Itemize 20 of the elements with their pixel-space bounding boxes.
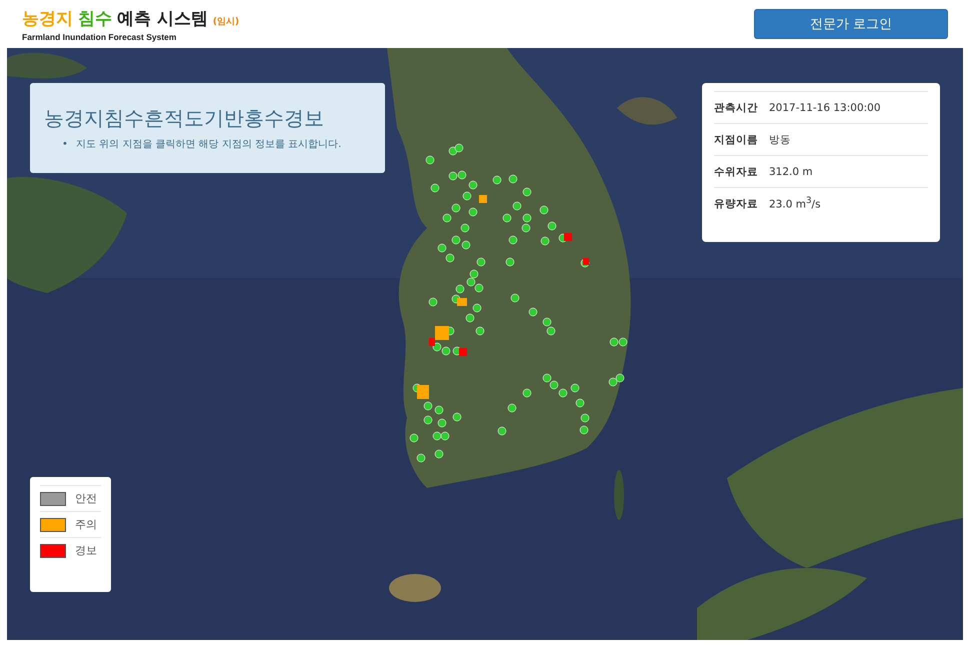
field-value: 23.0 m$^{3}$/s (769, 196, 821, 211)
panel-title: 농경지침수흔적도기반홍수경보 (44, 105, 325, 132)
logo-title: 예측 시스템 (117, 8, 208, 30)
field-value: 방동 (769, 132, 791, 146)
field-value: 2017-11-16 13:00:00 (769, 102, 881, 114)
legend-label: 경보 (75, 543, 97, 558)
instruction-text: 지도 위의 지점을 클릭하면 해당 지점의 정보를 표시합니다. (76, 138, 342, 152)
logo-title: 침수 (78, 8, 112, 30)
legend-label: 안전 (75, 491, 97, 506)
field-label: 관측시간 (714, 100, 759, 114)
field-label: 지점이름 (714, 132, 759, 146)
legend-label: 주의 (75, 517, 97, 532)
bullet-marker: • (62, 138, 68, 152)
logo-tag: (임시) (212, 14, 240, 28)
expert-login-button[interactable]: 전문가 로그인 (754, 9, 948, 39)
field-label: 유량자료 (714, 196, 759, 210)
field-value: 312.0 m (769, 166, 813, 178)
logo-title: 농경지 (22, 8, 73, 30)
logo-subtitle: Farmland Inundation Forecast System (22, 32, 178, 42)
field-label: 수위자료 (714, 164, 759, 178)
